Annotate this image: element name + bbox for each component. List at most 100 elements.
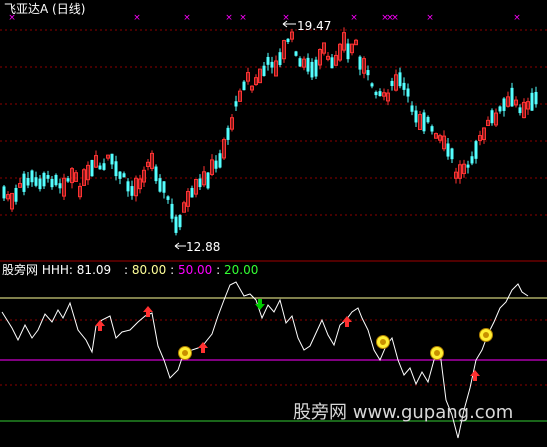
candle-body: [422, 112, 426, 132]
candle-body: [66, 178, 70, 182]
level-50-value: 50.00: [177, 263, 213, 277]
candle-body: [370, 83, 374, 87]
marker-x: ×: [225, 13, 233, 23]
candle-body: [262, 65, 266, 77]
main-grid: [0, 29, 547, 216]
candle-body: [14, 187, 18, 202]
candle-body: [178, 215, 182, 228]
candle-body: [398, 72, 402, 87]
candle-body: [166, 196, 170, 200]
candle-body: [286, 38, 290, 43]
candle-body: [206, 172, 210, 189]
low-price-label: 12.88: [186, 240, 221, 254]
candle-body: [58, 183, 62, 189]
candle-body: [38, 178, 42, 190]
candle-body: [310, 61, 314, 78]
candle-body: [126, 181, 130, 192]
candle-body: [110, 153, 114, 165]
candle-body: [22, 173, 26, 192]
candle-body: [502, 98, 506, 111]
candle-body: [50, 178, 54, 188]
buy-arrow-icon: [342, 316, 352, 327]
indicator-name: HHH:: [41, 263, 73, 277]
candle-body: [406, 88, 410, 97]
coin-center: [182, 350, 188, 356]
candle-body: [2, 186, 6, 199]
candle-body: [314, 59, 318, 77]
level-20-value: 20.00: [224, 263, 259, 277]
period-label: (日线): [52, 2, 86, 16]
indicator-value: 81.09: [76, 263, 112, 277]
candle-body: [402, 82, 406, 90]
candle-body: [154, 166, 158, 182]
candle-body: [30, 170, 34, 183]
candle-body: [430, 126, 434, 132]
candle-body: [346, 43, 350, 60]
buy-arrow-icon: [198, 342, 208, 353]
marker-x: ×: [183, 13, 191, 23]
chart-header: 飞亚达A (日线): [4, 2, 85, 16]
marker-x: ×: [239, 13, 247, 23]
candle-body: [90, 159, 94, 177]
candle-body: [426, 116, 430, 123]
candle-body: [534, 91, 538, 105]
candle-body: [214, 160, 218, 169]
candle-body: [54, 174, 58, 186]
buy-arrow-icon: [95, 320, 105, 331]
candle-body: [446, 143, 450, 157]
candle-body: [330, 57, 334, 69]
level-80-value: 80.00: [131, 263, 167, 277]
marker-x: ×: [350, 13, 358, 23]
candle-body: [510, 87, 514, 107]
coin-center: [380, 339, 386, 345]
candle-body: [114, 161, 118, 177]
candle-body: [26, 177, 30, 186]
indicator-header: 股旁网 HHH: 81.09: [2, 263, 111, 277]
candle-body: [358, 56, 362, 70]
candle-body: [410, 105, 414, 112]
candle-body: [42, 172, 46, 187]
marker-x: ×: [426, 13, 434, 23]
candle-body: [530, 92, 534, 111]
sub-grid: [0, 319, 547, 386]
candle-body: [270, 61, 274, 68]
marker-x: ×: [391, 13, 399, 23]
candle-body: [298, 58, 302, 67]
candle-body: [378, 91, 382, 97]
buy-arrow-icon: [143, 306, 153, 317]
candle-body: [242, 81, 246, 91]
candle-body: [198, 178, 202, 188]
marker-x: ×: [513, 13, 521, 23]
candle-body: [490, 110, 494, 124]
candle-body: [414, 110, 418, 123]
candle-body: [118, 171, 122, 179]
marker-x: ×: [133, 13, 141, 23]
candle-body: [218, 153, 222, 168]
candle-body: [266, 56, 270, 65]
candle-body: [390, 80, 394, 87]
stock-chart: × × × × × × × ××× × ×: [0, 13, 547, 439]
candle-body: [450, 148, 454, 160]
candle-body: [46, 175, 50, 179]
candle-body: [130, 186, 134, 196]
candle-body: [122, 173, 126, 178]
candle-body: [162, 181, 166, 193]
candle-body: [474, 141, 478, 159]
watermark: 股旁网 www.gupang.com: [293, 402, 514, 423]
coin-center: [434, 350, 440, 356]
candle-body: [234, 101, 238, 107]
indicator-levels: : 80.00 : 50.00 : 20.00: [124, 263, 259, 277]
candle-body: [170, 203, 174, 219]
candle-body: [34, 177, 38, 186]
candle-body: [374, 91, 378, 96]
candle-body: [366, 70, 370, 76]
candle-body: [518, 107, 522, 114]
candle-body: [466, 164, 470, 168]
candle-body: [174, 216, 178, 233]
stock-name: 飞亚达A: [4, 2, 49, 16]
candle-body: [306, 57, 310, 72]
signal-marks: [95, 299, 493, 381]
candle-body: [190, 187, 194, 198]
candle-body: [98, 165, 102, 170]
candle-body: [226, 127, 230, 140]
